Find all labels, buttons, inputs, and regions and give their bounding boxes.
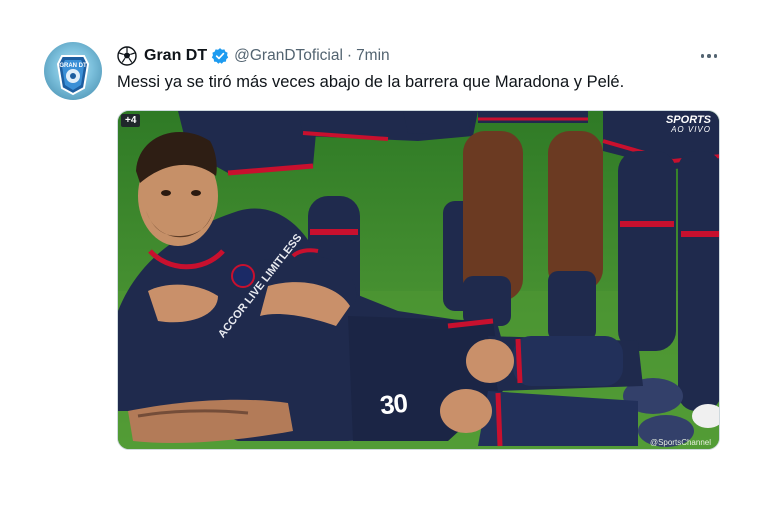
image-credit: @SportsChannel bbox=[649, 438, 711, 447]
avatar-text: GRAN DT bbox=[59, 63, 87, 69]
jersey-number: 30 bbox=[378, 387, 409, 421]
user-handle[interactable]: @GranDToficial bbox=[234, 47, 343, 65]
display-name[interactable]: Gran DT bbox=[144, 47, 207, 65]
soccer-ball-icon bbox=[117, 46, 137, 66]
separator-dot: · bbox=[346, 47, 353, 64]
tweet-media-image[interactable]: +4 SPORTS AO VIVO 30 ACCOR LIVE LIMITLES… bbox=[117, 110, 720, 450]
tweet-header: Gran DT @GranDToficial · 7min bbox=[117, 44, 390, 68]
media-photo bbox=[118, 111, 719, 449]
tweet-card[interactable]: GRAN DT Gran DT @GranDToficial · 7min Me… bbox=[0, 0, 768, 512]
profile-avatar[interactable]: GRAN DT bbox=[44, 42, 102, 100]
more-options-icon[interactable] bbox=[696, 46, 722, 66]
gran-dt-badge-icon: GRAN DT bbox=[56, 55, 90, 96]
media-badge: +4 bbox=[121, 114, 141, 127]
tweet-text: Messi ya se tiró más veces abajo de la b… bbox=[117, 73, 625, 91]
timestamp[interactable]: 7min bbox=[356, 47, 390, 65]
verified-badge-icon bbox=[211, 48, 229, 64]
channel-logo: SPORTS AO VIVO bbox=[665, 114, 711, 134]
